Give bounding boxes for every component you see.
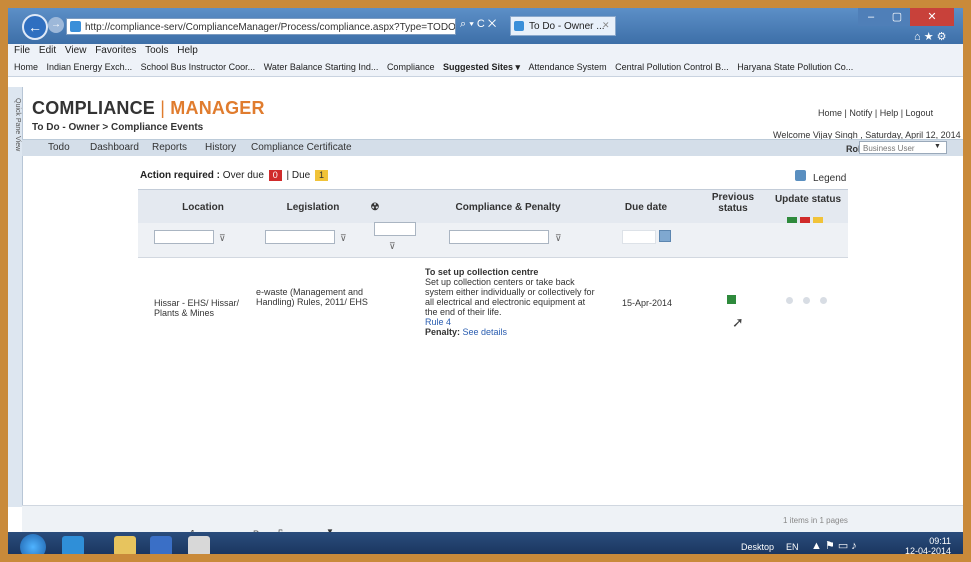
fav-compliance[interactable]: Compliance <box>387 58 435 76</box>
tab-todo[interactable]: Todo <box>48 140 70 156</box>
browser-tab[interactable]: To Do - Owner ... <box>510 16 616 36</box>
fav-haryana[interactable]: Haryana State Pollution Co... <box>737 58 853 76</box>
clock-time: 09:11 <box>929 536 952 546</box>
due-label: | Due <box>286 170 311 181</box>
address-bar[interactable]: http://compliance-serv/ComplianceManager… <box>66 18 456 35</box>
items-info: 1 items in 1 pages <box>783 516 848 525</box>
menu-help[interactable]: Help <box>177 44 198 58</box>
menu-tools[interactable]: Tools <box>145 44 168 58</box>
header-legislation[interactable]: Legislation <box>258 190 368 224</box>
quick-pane-label: Quick Pane View <box>14 98 21 152</box>
back-button[interactable]: ← <box>22 14 48 40</box>
calendar-icon[interactable] <box>659 230 671 242</box>
tab-close-icon[interactable]: ✕ <box>602 20 610 31</box>
forward-button[interactable]: → <box>48 17 64 33</box>
menu-favorites[interactable]: Favorites <box>95 44 136 58</box>
risk-icon: ☢ <box>370 201 380 213</box>
tray-icons[interactable]: ▲ ⚑ ▭ ♪ <box>811 539 857 552</box>
overdue-badge[interactable]: 0 <box>268 170 282 181</box>
app-taskbar-icon[interactable] <box>188 536 210 554</box>
risk-filter-input[interactable] <box>374 222 416 236</box>
explorer-taskbar-icon[interactable] <box>114 536 136 554</box>
legend-icon[interactable] <box>795 170 806 181</box>
row-due-date: 15-Apr-2014 <box>622 298 673 308</box>
table-header: Location Legislation ☢ Compliance & Pena… <box>138 189 848 224</box>
action-required: Action required : Over due 0 | Due 1 <box>140 170 330 181</box>
see-details-link[interactable]: See details <box>463 327 508 337</box>
legislation-filter-input[interactable] <box>265 230 335 244</box>
fav-water[interactable]: Water Balance Starting Ind... <box>264 58 379 76</box>
maximize-button[interactable]: ▢ <box>884 8 910 26</box>
update-overdue-radio[interactable] <box>803 297 810 304</box>
favorites-bar: Home Indian Energy Exch... School Bus In… <box>8 58 963 77</box>
fav-school-bus[interactable]: School Bus Instructor Coor... <box>141 58 256 76</box>
fav-home[interactable]: Home <box>14 58 38 76</box>
row-location: Hissar - EHS/ Hissar/ Plants & Mines <box>154 298 240 318</box>
fav-attendance[interactable]: Attendance System <box>529 58 607 76</box>
menu-bar: File Edit View Favorites Tools Help <box>8 44 963 58</box>
menu-view[interactable]: View <box>65 44 87 58</box>
row-legislation: e-waste (Management and Handling) Rules,… <box>256 287 368 307</box>
app-logo: COMPLIANCE | MANAGER <box>32 98 265 119</box>
previous-status-indicator <box>727 295 736 304</box>
tab-dashboard[interactable]: Dashboard <box>90 140 139 156</box>
rule-link[interactable]: Rule 4 <box>425 317 600 327</box>
header-due-date[interactable]: Due date <box>606 190 686 224</box>
compliance-description: Set up collection centers or take back s… <box>425 277 595 317</box>
app-nav: Todo Dashboard Reports History Complianc… <box>22 139 963 156</box>
filter-icon[interactable]: ⊽ <box>340 233 347 244</box>
language-indicator[interactable]: EN <box>786 542 799 552</box>
clock[interactable]: 09:11 12-04-2014 <box>905 536 951 554</box>
top-links[interactable]: Home | Notify | Help | Logout <box>818 108 933 118</box>
chevron-down-icon[interactable]: ▼ <box>934 143 941 150</box>
overdue-label: Over due <box>222 170 264 181</box>
filter-icon[interactable]: ⊽ <box>555 233 562 244</box>
action-label: Action required : <box>140 170 221 181</box>
due-date-filter-input[interactable] <box>622 230 656 244</box>
brand-separator: | <box>160 98 166 118</box>
brand-compliance: COMPLIANCE <box>32 98 155 118</box>
menu-file[interactable]: File <box>14 44 30 58</box>
address-controls[interactable]: ⌕ ▾ C ✕ <box>460 18 496 31</box>
fav-suggested-label: Suggested Sites ▾ <box>442 62 521 72</box>
breadcrumb: To Do - Owner > Compliance Events <box>32 122 204 133</box>
penalty-line: Penalty: See details <box>425 327 600 337</box>
fav-energy[interactable]: Indian Energy Exch... <box>47 58 133 76</box>
update-due-radio[interactable] <box>820 297 827 304</box>
header-compliance[interactable]: Compliance & Penalty <box>418 190 598 224</box>
row-compliance: To set up collection centre Set up colle… <box>425 267 600 337</box>
tab-history[interactable]: History <box>205 140 236 156</box>
brand-manager: MANAGER <box>170 98 265 118</box>
tab-icon <box>514 21 524 31</box>
ie-taskbar-icon[interactable] <box>62 536 84 554</box>
header-location[interactable]: Location <box>158 190 248 224</box>
location-filter-input[interactable] <box>154 230 214 244</box>
media-taskbar-icon[interactable] <box>150 536 172 554</box>
penalty-label: Penalty: <box>425 327 461 337</box>
clock-date: 12-04-2014 <box>905 546 952 554</box>
tab-compliance-certificate[interactable]: Compliance Certificate <box>251 140 352 156</box>
update-complied-radio[interactable] <box>786 297 793 304</box>
due-badge[interactable]: 1 <box>315 170 329 181</box>
mouse-cursor-icon: ➚ <box>732 314 744 330</box>
filter-icon[interactable]: ⊽ <box>389 241 396 252</box>
fav-suggested[interactable]: Suggested Sites ▾ <box>443 58 520 76</box>
menu-edit[interactable]: Edit <box>39 44 56 58</box>
fav-cpcb[interactable]: Central Pollution Control B... <box>615 58 729 76</box>
browser-window: ← → http://compliance-serv/ComplianceMan… <box>8 8 963 554</box>
tab-reports[interactable]: Reports <box>152 140 187 156</box>
close-button[interactable]: ✕ <box>910 8 954 26</box>
minimize-button[interactable]: – <box>858 8 884 26</box>
header-previous-status[interactable]: Previous status <box>703 186 763 220</box>
compliance-title: To set up collection centre <box>425 267 539 277</box>
toolbar-icons[interactable]: ⌂ ★ ⚙ <box>914 30 946 43</box>
compliance-filter-input[interactable] <box>449 230 549 244</box>
desktop-toolbar[interactable]: Desktop <box>741 542 774 552</box>
start-button[interactable] <box>20 534 46 554</box>
page-icon <box>70 21 81 32</box>
filter-icon[interactable]: ⊽ <box>219 233 226 244</box>
